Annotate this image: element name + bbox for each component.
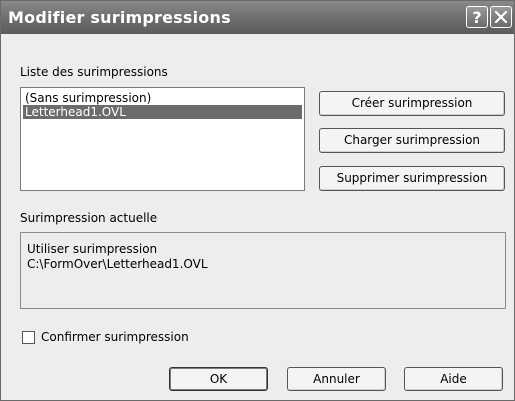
cancel-button[interactable]: Annuler: [287, 367, 386, 391]
current-overlay-path: C:\FormOver\Letterhead1.OVL: [27, 257, 208, 271]
close-button[interactable]: [490, 6, 512, 28]
modify-overlays-dialog: Modifier surimpressions ? Liste des suri…: [0, 0, 515, 401]
current-overlay-box: Utiliser surimpression C:\FormOver\Lette…: [20, 232, 506, 309]
list-item-selected[interactable]: Letterhead1.OVL: [23, 105, 302, 119]
question-mark-icon: ?: [472, 8, 482, 27]
confirm-overlay-checkbox[interactable]: [22, 331, 35, 344]
list-item[interactable]: (Sans surimpression): [23, 91, 302, 105]
overlay-list-label: Liste des surimpressions: [20, 65, 168, 79]
confirm-overlay-label[interactable]: Confirmer surimpression: [41, 330, 189, 344]
overlay-listbox[interactable]: (Sans surimpression) Letterhead1.OVL: [20, 87, 305, 191]
current-overlay-label: Surimpression actuelle: [20, 211, 158, 225]
create-overlay-button[interactable]: Créer surimpression: [319, 91, 505, 116]
delete-overlay-button[interactable]: Supprimer surimpression: [319, 166, 505, 191]
current-overlay-status: Utiliser surimpression: [27, 242, 158, 256]
close-icon: [495, 11, 507, 23]
load-overlay-button[interactable]: Charger surimpression: [319, 128, 505, 153]
help-button[interactable]: Aide: [404, 367, 503, 391]
dialog-title: Modifier surimpressions: [8, 8, 231, 27]
title-bar[interactable]: Modifier surimpressions ?: [1, 1, 514, 34]
help-title-button[interactable]: ?: [466, 6, 488, 28]
ok-button[interactable]: OK: [169, 367, 268, 391]
